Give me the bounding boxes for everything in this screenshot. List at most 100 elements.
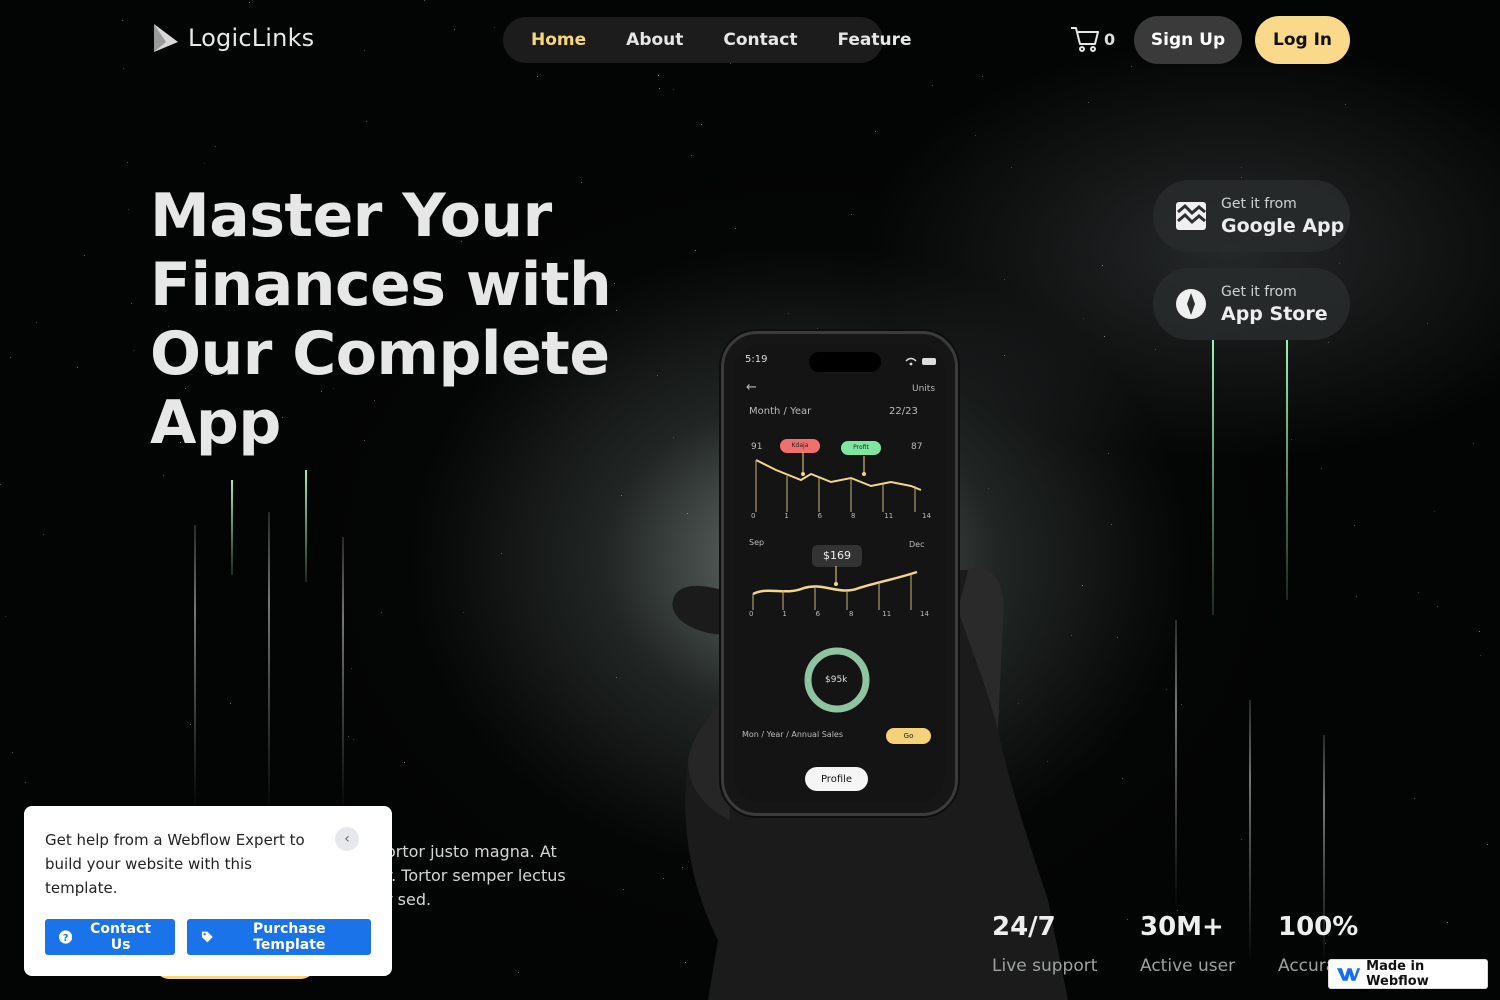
star <box>691 155 692 156</box>
star <box>1241 177 1242 178</box>
star <box>25 782 26 783</box>
star <box>932 85 933 86</box>
star <box>673 437 674 438</box>
google-app-text: Get it from Google App <box>1221 196 1344 237</box>
star <box>621 495 622 496</box>
webflow-icon <box>1337 968 1361 981</box>
light-line <box>305 470 307 582</box>
contact-us-label: Contact Us <box>90 921 152 953</box>
help-popup-text: Get help from a Webflow Expert to build … <box>45 831 305 897</box>
light-line <box>1212 340 1214 615</box>
chart-2-bubble: $169 <box>812 545 862 567</box>
star <box>623 889 624 890</box>
logo-icon <box>154 24 178 52</box>
chart-left-value: 91 <box>751 442 763 452</box>
star <box>204 163 205 164</box>
star <box>1088 102 1089 103</box>
purchase-template-button[interactable]: Purchase Template <box>187 919 371 955</box>
star <box>975 135 976 136</box>
svg-text:?: ? <box>63 933 68 944</box>
star <box>351 668 352 669</box>
star <box>657 375 658 376</box>
star <box>659 88 660 89</box>
month-year-label: Month / Year <box>749 406 812 417</box>
back-arrow-icon[interactable]: ← <box>746 380 757 395</box>
google-app-button[interactable]: Get it from Google App <box>1153 180 1350 252</box>
star <box>12 752 13 753</box>
stat-value: 100% <box>1278 912 1359 942</box>
store-name: App Store <box>1221 302 1328 325</box>
star <box>348 736 349 737</box>
star <box>1111 524 1112 525</box>
period-label: 22/23 <box>889 406 918 417</box>
help-popup: Get help from a Webflow Expert to build … <box>24 806 392 976</box>
cart-button[interactable]: 0 <box>1070 25 1115 53</box>
star <box>381 612 382 613</box>
logo[interactable]: LogicLinks <box>150 22 314 54</box>
star <box>1181 704 1182 705</box>
star <box>1473 443 1474 444</box>
tick-label: 14 <box>922 512 931 520</box>
log-in-button[interactable]: Log In <box>1255 16 1350 64</box>
star <box>1122 778 1123 779</box>
phone-line-chart-2 <box>752 566 918 610</box>
nav-home[interactable]: Home <box>511 17 606 63</box>
phone-screen: 5:19 ← Units Month / Year 22/23 91 87 Kd… <box>734 344 945 803</box>
units-label: Units <box>912 384 936 394</box>
chart-2-ticks: 0 1 6 8 11 14 <box>749 610 929 618</box>
nav-about[interactable]: About <box>606 17 703 63</box>
tick-label: 6 <box>815 610 821 618</box>
star <box>43 534 44 535</box>
star <box>1414 798 1415 799</box>
light-line <box>194 525 196 810</box>
star <box>249 2 250 3</box>
app-store-text: Get it from App Store <box>1221 284 1328 325</box>
tick-label: 11 <box>884 512 894 520</box>
star <box>1427 323 1428 324</box>
app-store-button[interactable]: Get it from App Store <box>1153 268 1350 340</box>
app-store-icon <box>1176 289 1206 319</box>
star <box>1321 468 1322 469</box>
star <box>84 255 85 256</box>
star <box>1437 606 1438 607</box>
star <box>1131 66 1132 67</box>
main-nav: Home About Contact Feature <box>503 17 912 63</box>
go-button[interactable]: Go <box>886 728 931 744</box>
brand-name: LogicLinks <box>188 24 315 52</box>
star <box>127 162 128 163</box>
star <box>817 328 818 329</box>
star <box>1155 349 1156 350</box>
star <box>366 121 367 122</box>
tick-label: 8 <box>848 610 854 618</box>
star <box>5 616 6 617</box>
star <box>36 322 37 323</box>
chart-tag-red: Kdaja <box>780 439 820 453</box>
star <box>128 209 129 210</box>
nav-feature[interactable]: Feature <box>817 17 931 63</box>
star <box>1434 511 1435 512</box>
nav-contact[interactable]: Contact <box>703 17 817 63</box>
star <box>1354 525 1355 526</box>
star <box>1241 167 1242 168</box>
star <box>1177 910 1178 911</box>
stat-value: 24/7 <box>992 912 1056 942</box>
store-small-label: Get it from <box>1221 283 1297 300</box>
star <box>454 29 455 30</box>
sign-up-button[interactable]: Sign Up <box>1134 16 1242 64</box>
hero-title: Master Your Finances with Our Complete A… <box>150 181 612 458</box>
tag-icon <box>201 931 213 943</box>
star <box>663 878 664 879</box>
question-icon: ? <box>59 930 73 944</box>
store-name: Google App <box>1221 214 1345 237</box>
cart-icon <box>1071 27 1099 52</box>
star <box>463 612 464 613</box>
contact-us-button[interactable]: ? Contact Us <box>45 919 175 955</box>
star <box>353 739 354 740</box>
star <box>131 303 132 304</box>
star <box>1117 637 1118 638</box>
chart-right-value: 87 <box>911 442 923 452</box>
made-in-webflow-badge[interactable]: Made in Webflow <box>1328 959 1488 989</box>
collapse-popup-button[interactable]: ‹ <box>335 827 359 851</box>
star <box>518 972 519 973</box>
profile-button[interactable]: Profile <box>805 767 868 791</box>
